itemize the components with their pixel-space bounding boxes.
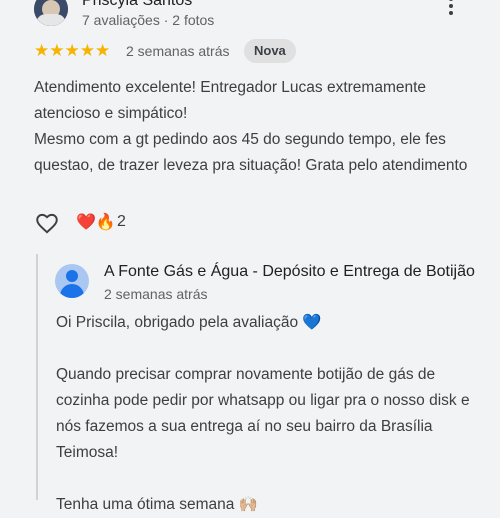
reaction-count: 2 (117, 213, 126, 230)
owner-name: A Fonte Gás e Água - Depósito e Entrega … (104, 263, 475, 280)
review-text: Atendimento excelente! Entregador Lucas … (34, 75, 474, 179)
new-badge: Nova (244, 39, 296, 63)
reply-paragraph: Tenha uma ótima semana 🙌🏼 (56, 496, 258, 513)
reply-paragraph: Oi Priscila, obrigado pela avaliação 💙 (56, 314, 322, 331)
reply-divider (36, 254, 38, 500)
review-time: 2 semanas atrás (126, 43, 230, 59)
reviewer-name[interactable]: Priscyla Santos (82, 0, 192, 10)
reactions[interactable]: ❤️🔥 (76, 212, 116, 234)
more-vert-icon[interactable] (443, 0, 459, 20)
owner-avatar (55, 264, 89, 298)
star-rating: ★★★★★ (34, 41, 111, 60)
reply-text: Oi Priscila, obrigado pela avaliação 💙 Q… (56, 310, 476, 518)
review-text-line: Atendimento excelente! Entregador Lucas … (34, 79, 427, 122)
reviewer-meta: 7 avaliações · 2 fotos (82, 12, 215, 28)
heart-outline-icon[interactable] (34, 210, 60, 236)
reply-time: 2 semanas atrás (104, 286, 208, 302)
review-text-line: Mesmo com a gt pedindo aos 45 do segundo… (34, 131, 468, 174)
reply-paragraph: Quando precisar comprar novamente botijã… (56, 366, 470, 461)
reviewer-avatar[interactable] (34, 0, 68, 26)
